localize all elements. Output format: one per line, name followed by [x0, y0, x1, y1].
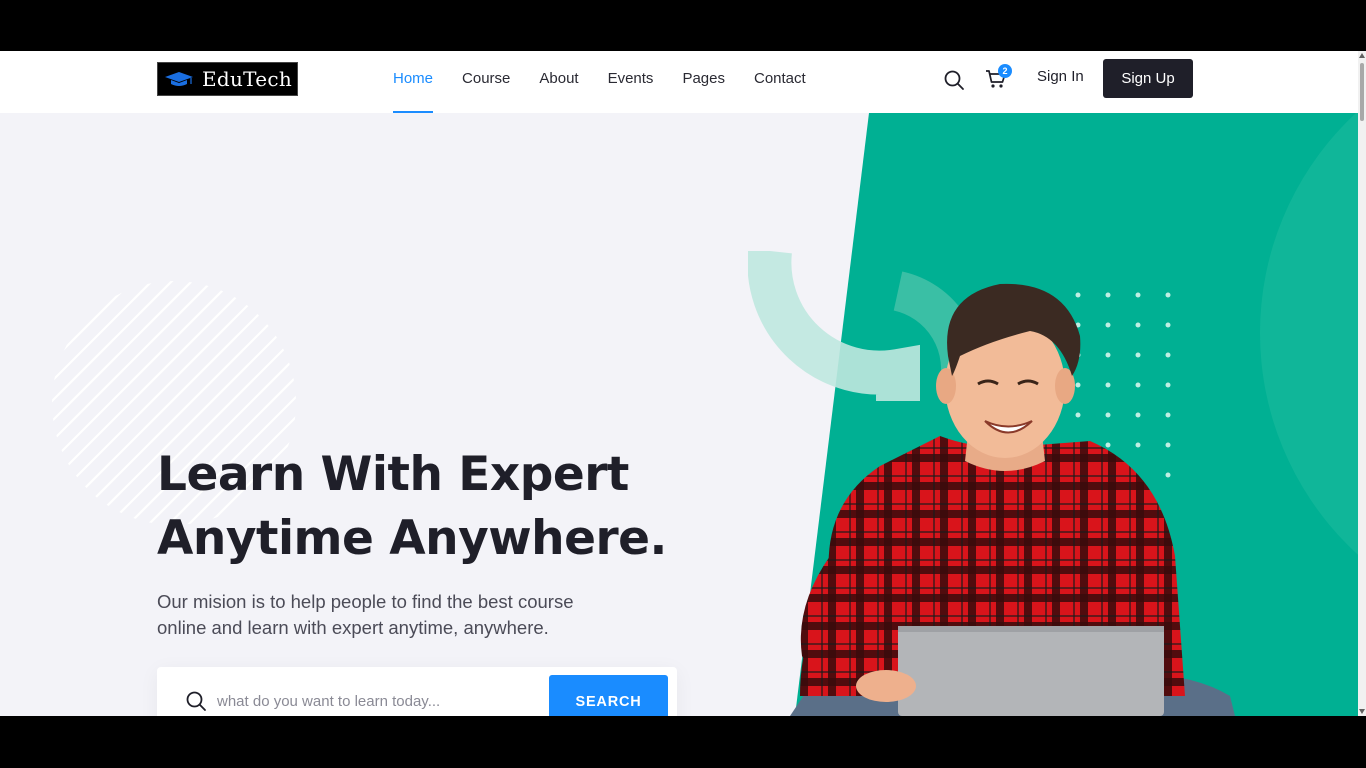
search-icon	[186, 691, 206, 711]
hero-subtext: Our mision is to help people to find the…	[157, 589, 657, 641]
scroll-thumb[interactable]	[1360, 63, 1364, 121]
site-header: EduTech Home Course About Events Pages C…	[0, 51, 1358, 113]
course-search-input[interactable]	[217, 687, 537, 715]
main-nav: Home Course About Events Pages Contact	[393, 51, 835, 113]
nav-item-events[interactable]: Events	[608, 51, 654, 113]
nav-item-pages[interactable]: Pages	[682, 51, 725, 113]
hero-headline-line2: Anytime Anywhere.	[157, 511, 667, 566]
graduation-cap-icon	[165, 72, 193, 86]
sign-up-button[interactable]: Sign Up	[1103, 59, 1193, 98]
nav-item-about[interactable]: About	[539, 51, 578, 113]
student-with-laptop-image	[790, 283, 1235, 716]
hero-subtext-line2: online and learn with expert anytime, an…	[157, 617, 549, 638]
scroll-up-arrow-icon[interactable]	[1359, 53, 1365, 58]
browser-top-bar	[0, 0, 1366, 51]
brand-name: EduTech	[202, 67, 293, 91]
brand-logo[interactable]: EduTech	[157, 62, 298, 96]
scroll-down-arrow-icon[interactable]	[1359, 709, 1365, 714]
sign-in-link[interactable]: Sign In	[1037, 68, 1084, 85]
cart-count-badge: 2	[998, 64, 1012, 78]
browser-bottom-bar	[0, 716, 1366, 768]
nav-item-home[interactable]: Home	[393, 51, 434, 113]
course-search-box: SEARCH	[157, 667, 677, 716]
search-icon[interactable]	[943, 69, 965, 91]
page-scrollbar[interactable]	[1358, 51, 1366, 716]
page-viewport: EduTech Home Course About Events Pages C…	[0, 51, 1358, 716]
hero-headline-line1: Learn With Expert	[157, 447, 629, 502]
hero-headline: Learn With Expert Anytime Anywhere.	[157, 443, 667, 571]
nav-item-contact[interactable]: Contact	[754, 51, 806, 113]
search-button[interactable]: SEARCH	[549, 675, 668, 716]
nav-item-course[interactable]: Course	[462, 51, 510, 113]
hero-subtext-line1: Our mision is to help people to find the…	[157, 591, 574, 612]
